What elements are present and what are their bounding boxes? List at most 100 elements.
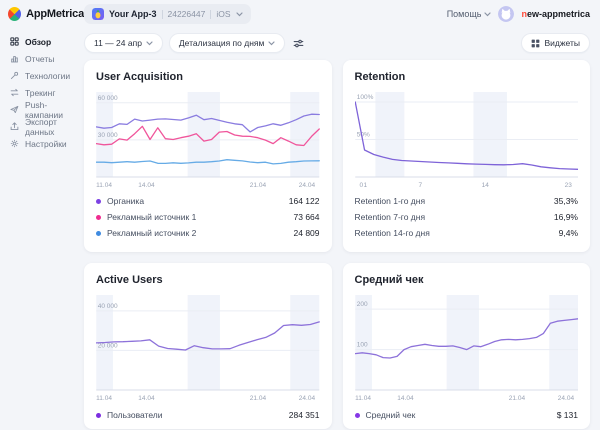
x-tick-label: 7 <box>418 182 422 189</box>
legend: Органика 164 122 Рекламный источник 1 73… <box>96 193 320 241</box>
sidebar-item-label: Экспорт данных <box>25 116 57 137</box>
export-icon <box>10 122 19 131</box>
legend-item-ad-source-1[interactable]: Рекламный источник 1 73 664 <box>96 209 320 225</box>
sliders-icon <box>293 39 304 47</box>
appmetrica-logo-icon <box>8 7 22 21</box>
legend-item-ad-source-2[interactable]: Рекламный источник 2 24 809 <box>96 225 320 241</box>
series-dot-icon <box>96 214 101 220</box>
user-acquisition-chart[interactable]: 30 000 60 000 11.04 14.04 21.04 24.04 <box>96 88 320 190</box>
brand-name: AppMetrica <box>26 8 84 20</box>
chart-band <box>374 92 404 177</box>
tracking-icon <box>10 88 19 97</box>
legend-item-organic[interactable]: Органика 164 122 <box>96 193 320 209</box>
x-tick-label: 24.04 <box>299 395 316 402</box>
app-platform: iOS <box>216 9 231 19</box>
legend-item-average-check[interactable]: Средний чек $ 131 <box>354 406 578 424</box>
topbar-right: Помощь new-appmetrica <box>447 6 590 22</box>
filters-button[interactable] <box>291 38 306 49</box>
x-tick-label: 21.04 <box>508 395 525 402</box>
widgets-button[interactable]: Виджеты <box>521 33 590 53</box>
chevron-down-icon <box>235 11 243 16</box>
settings-icon <box>10 139 19 148</box>
y-tick-label: 200 <box>356 301 367 308</box>
legend-label: Рекламный источник 2 <box>107 228 197 238</box>
series-dot-icon <box>96 198 101 204</box>
legend: Retention 1-го дня 35,3% Retention 7-го … <box>355 193 579 241</box>
username[interactable]: new-appmetrica <box>521 9 590 19</box>
retention-chart[interactable]: 50%100%0 1 7 14 23 <box>354 88 579 190</box>
legend-value: 35,3% <box>553 196 578 206</box>
legend-item-retention-day7[interactable]: Retention 7-го дня 16,9% <box>355 209 579 225</box>
granularity-label: Детализация по дням <box>178 38 265 48</box>
series-dot-icon <box>96 412 101 418</box>
sidebar-item-overview[interactable]: Обзор <box>10 33 84 50</box>
y-tick-label: 30 000 <box>98 132 118 139</box>
chevron-down-icon <box>268 40 275 45</box>
y-tick-label: 50% <box>356 132 369 139</box>
sidebar-item-label: Технологии <box>25 70 71 81</box>
x-tick-label: 1 <box>363 182 367 189</box>
sidebar-item-tracking[interactable]: Трекинг <box>10 84 84 101</box>
sidebar-item-reports[interactable]: Отчеты <box>10 50 84 67</box>
main-content: 11 — 24 апр Детализация по дням Виджеты <box>84 28 600 429</box>
help-label: Помощь <box>446 9 482 19</box>
help-menu[interactable]: Помощь <box>447 9 492 19</box>
appmetrica-dashboard: AppMetrica Your App-3 24226447 iOS Помощ <box>0 0 600 429</box>
card-title: Active Users <box>96 274 163 286</box>
x-tick-label: 14.04 <box>397 395 414 402</box>
grid-icon <box>10 37 19 46</box>
legend-item-retention-day1[interactable]: Retention 1-го дня 35,3% <box>355 193 579 209</box>
divider <box>210 9 212 19</box>
widgets-icon <box>532 39 540 47</box>
user-acquisition-card: User Acquisition 30 000 60 000 11.04 14.04 2… <box>84 60 332 252</box>
legend-item-users[interactable]: Пользователи 284 351 <box>96 406 320 424</box>
x-tick-label: 23 <box>564 182 572 189</box>
active-users-card: Active Users 20 000 40 000 11.04 14.04 21.04… <box>84 263 332 429</box>
x-tick-label: 14.04 <box>138 182 155 189</box>
granularity-selector[interactable]: Детализация по дням <box>168 33 286 53</box>
chevron-down-icon <box>484 11 492 16</box>
legend: Пользователи 284 351 <box>96 406 320 424</box>
series-dot-icon <box>96 230 101 236</box>
sidebar-item-label: Трекинг <box>25 87 56 98</box>
divider <box>161 9 163 19</box>
brand[interactable]: AppMetrica <box>8 7 84 21</box>
sidebar: Обзор Отчеты Технологии Трекинг Push-кам… <box>0 28 84 429</box>
retention-card: Retention 50% 100% 0 1 7 14 23 Retention 1-го … <box>342 60 590 252</box>
card-title: User Acquisition <box>96 71 183 83</box>
sidebar-item-settings[interactable]: Настройки <box>10 135 84 152</box>
legend-value: 73 664 <box>293 212 320 222</box>
x-tick-label: 11.04 <box>355 395 371 402</box>
sidebar-item-technologies[interactable]: Технологии <box>10 67 84 84</box>
sidebar-item-data-export[interactable]: Экспорт данных <box>10 116 84 137</box>
chart-band <box>290 92 320 177</box>
legend-label: Органика <box>107 196 145 206</box>
legend: Средний чек $ 131 <box>354 406 578 424</box>
legend-item-retention-day14[interactable]: Retention 14-го дня 9,4% <box>355 225 579 241</box>
active-users-chart[interactable]: 20 000 40 000 11.04 14.04 21.04 24.04 <box>96 291 320 403</box>
average-check-chart[interactable]: 100 200 11.04 14.04 21.04 24.04 <box>354 291 579 403</box>
app-selector[interactable]: Your App-3 24226447 iOS <box>84 4 251 24</box>
chart-band <box>187 295 220 390</box>
wrench-icon <box>10 71 19 80</box>
x-tick-label: 14.04 <box>138 395 155 402</box>
legend-value: $ 131 <box>556 410 578 420</box>
legend-value: 16,9% <box>553 212 578 222</box>
chevron-down-icon <box>146 40 153 45</box>
legend-value: 284 351 <box>288 410 320 420</box>
avatar[interactable] <box>498 6 515 22</box>
card-title: Retention <box>354 71 406 83</box>
legend-label: Пользователи <box>107 410 163 420</box>
date-range-selector[interactable]: 11 — 24 апр <box>84 33 163 53</box>
legend-value: 9,4% <box>558 228 578 238</box>
x-tick-label: 24.04 <box>299 182 316 189</box>
legend-label: Retention 1-го дня <box>354 196 426 206</box>
sidebar-item-push-campaigns[interactable]: Push-кампании <box>10 100 84 120</box>
y-tick-label: 20 000 <box>98 342 118 349</box>
app-icon <box>92 8 104 20</box>
x-tick-label: 24.04 <box>557 395 574 402</box>
x-tick-label: 14 <box>481 182 489 189</box>
average-check-card: Средний чек 100 200 11.04 14.04 21.04 24.04 С… <box>342 263 590 429</box>
date-range-label: 11 — 24 апр <box>94 38 142 48</box>
y-tick-label: 40 000 <box>98 303 118 310</box>
